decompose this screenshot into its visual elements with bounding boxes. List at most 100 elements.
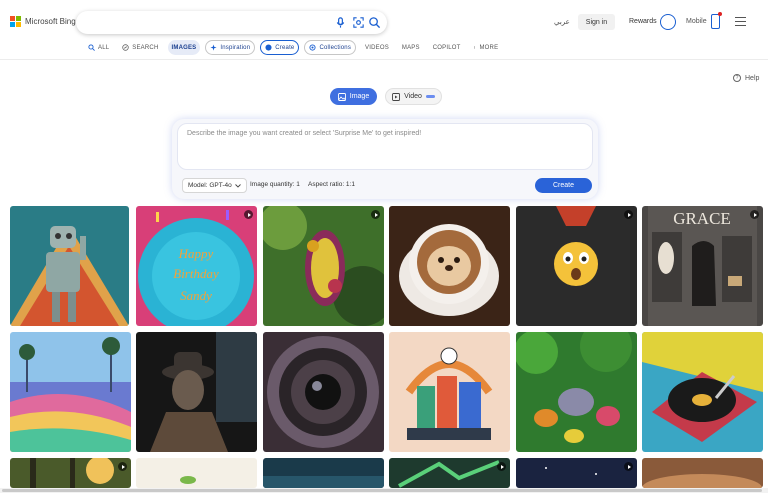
mobile-link[interactable]: Mobile: [686, 18, 707, 25]
svg-text:GRACE: GRACE: [673, 209, 731, 228]
scope-all[interactable]: ALL: [84, 40, 113, 55]
gallery-tile-starry-night[interactable]: [516, 458, 637, 488]
collections-icon: [309, 44, 317, 51]
camera-lens-image: [263, 332, 384, 452]
brown-texture-image: [642, 458, 763, 488]
search-input[interactable]: [76, 11, 387, 34]
create-button[interactable]: Create: [535, 178, 592, 193]
scope-label: Collections: [319, 44, 352, 51]
rainbow-landscape-image: [10, 332, 131, 452]
scope-label: Create: [275, 44, 295, 51]
plant-sprout-image: [136, 458, 257, 488]
header: Microsoft Bing عربي Sign in Rewards Mobi…: [0, 0, 768, 60]
video-play-icon: [750, 210, 759, 219]
model-label: Model: GPT-4o: [188, 182, 232, 189]
scrollbar-thumb[interactable]: [2, 489, 762, 492]
gallery-tile-camera-lens[interactable]: [263, 332, 384, 452]
night-sky-image: [263, 458, 384, 488]
video-mode-label: Video: [404, 93, 422, 100]
scope-label: Inspiration: [220, 44, 251, 51]
gallery-tile-night-sky[interactable]: [263, 458, 384, 488]
gallery-tile-birthday-cake[interactable]: Happy Birthday Sandy: [136, 206, 257, 326]
image-quantity-selector[interactable]: Image quantity: 1: [250, 181, 300, 188]
scope-label: MORE: [479, 44, 499, 51]
scope-label: SEARCH: [132, 44, 159, 51]
forest-sunlight-image: [10, 458, 131, 488]
gallery-tile-surprised-emoji[interactable]: [516, 206, 637, 326]
video-play-icon: [624, 210, 633, 219]
rewards-trophy-icon[interactable]: [660, 14, 676, 30]
scope-label: IMAGES: [171, 44, 197, 51]
aspect-ratio-selector[interactable]: Aspect ratio: 1:1: [308, 181, 355, 188]
gallery-tile-otter-latte[interactable]: [389, 206, 510, 326]
scope-bar: ALL SEARCH IMAGES Inspiration Create Col…: [84, 40, 502, 55]
gallery-tile-grace-dog[interactable]: GRACE: [642, 206, 763, 326]
search-icon[interactable]: [368, 16, 381, 29]
search-icon: [88, 44, 95, 51]
video-play-icon: [118, 462, 127, 471]
copilot-icon: [122, 44, 129, 51]
scope-label: MAPS: [401, 44, 420, 51]
gallery-tile-isometric-city[interactable]: [389, 332, 510, 452]
scope-inspiration[interactable]: Inspiration: [205, 40, 256, 55]
mobile-phone-icon[interactable]: [711, 14, 720, 29]
video-play-icon: [371, 210, 380, 219]
gallery-tile-turntable[interactable]: [642, 332, 763, 452]
sparkle-icon: [210, 44, 217, 51]
svg-text:Happy: Happy: [178, 246, 214, 261]
jungle-animals-image: [516, 332, 637, 452]
model-dropdown[interactable]: Model: GPT-4o: [182, 178, 247, 193]
gallery-tile-rainbow-landscape[interactable]: [10, 332, 131, 452]
rewards-link[interactable]: Rewards: [629, 18, 657, 25]
gallery-tile-forest-sunlight[interactable]: [10, 458, 131, 488]
scope-label: ALL: [98, 44, 110, 51]
video-play-icon: [497, 462, 506, 471]
green-creature-image: [389, 458, 510, 488]
help-label: Help: [745, 74, 760, 82]
gallery-tile-jungle-animals[interactable]: [516, 332, 637, 452]
signin-button[interactable]: Sign in: [578, 14, 615, 30]
video-play-icon: [624, 462, 633, 471]
robot-image: [10, 206, 129, 326]
scope-copilot[interactable]: COPILOT: [429, 40, 465, 55]
create-icon: [265, 44, 272, 51]
brand-name: Microsoft Bing: [25, 17, 76, 26]
video-mode-button[interactable]: Video: [385, 88, 442, 105]
scope-videos[interactable]: VIDEOS: [361, 40, 393, 55]
gallery-tile-brown-texture[interactable]: [642, 458, 763, 488]
birthday-cake-image: Happy Birthday Sandy: [136, 206, 257, 326]
svg-text:Sandy: Sandy: [180, 288, 212, 303]
flower-bee-image: [263, 206, 384, 326]
help-link[interactable]: ? Help: [733, 74, 759, 82]
grace-dog-image: GRACE: [642, 206, 763, 326]
menu-icon[interactable]: [735, 17, 746, 26]
gallery-tile-robot[interactable]: [10, 206, 129, 326]
video-play-icon: [244, 210, 253, 219]
scope-label: COPILOT: [432, 44, 461, 51]
scope-label: VIDEOS: [365, 44, 389, 51]
starry-night-image: [516, 458, 637, 488]
image-mode-label: Image: [349, 93, 370, 100]
gallery-tile-flower-bee[interactable]: [263, 206, 384, 326]
scope-images[interactable]: IMAGES: [167, 40, 201, 55]
video-icon: [392, 92, 401, 101]
svg-text:Birthday: Birthday: [173, 266, 219, 281]
bing-logo[interactable]: Microsoft Bing: [10, 16, 76, 27]
gallery-tile-green-creature[interactable]: [389, 458, 510, 488]
detective-dog-image: [136, 332, 257, 452]
prompt-panel: Describe the image you want created or s…: [172, 119, 598, 199]
surprised-emoji-image: [516, 206, 637, 326]
gallery-tile-plant-sprout[interactable]: [136, 458, 257, 488]
language-link[interactable]: عربي: [554, 18, 570, 26]
gallery-tile-detective-dog[interactable]: [136, 332, 257, 452]
scope-create[interactable]: Create: [260, 40, 300, 55]
scope-maps[interactable]: MAPS: [398, 40, 424, 55]
new-badge: [425, 95, 435, 98]
scope-search[interactable]: SEARCH: [118, 40, 162, 55]
image-mode-button[interactable]: Image: [330, 88, 377, 105]
scope-collections[interactable]: Collections: [304, 40, 357, 55]
scope-more[interactable]: MORE: [469, 40, 502, 55]
microphone-icon[interactable]: [334, 16, 347, 29]
visual-search-icon[interactable]: [352, 16, 365, 29]
prompt-textarea[interactable]: Describe the image you want created or s…: [177, 123, 593, 170]
